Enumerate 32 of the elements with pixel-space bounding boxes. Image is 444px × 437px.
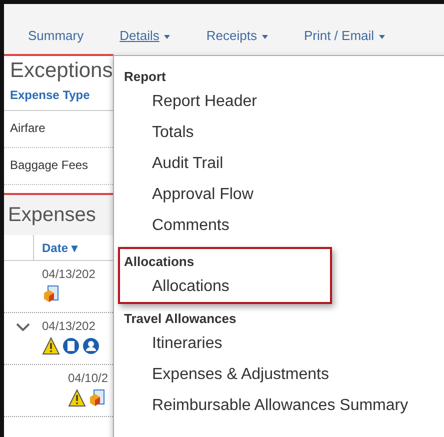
caret-icon <box>262 34 268 39</box>
nav-tab[interactable]: Receipts <box>206 26 286 46</box>
document-icon <box>62 337 80 355</box>
warning-icon <box>68 389 86 407</box>
menu-item[interactable]: Reimbursable Allowances Summary <box>152 390 408 421</box>
menu-item[interactable]: Comments <box>152 210 230 241</box>
nav-tab[interactable]: Details <box>120 26 188 46</box>
date-text: 04/10/2 <box>68 371 108 385</box>
menu-item[interactable]: Allocations <box>152 271 230 302</box>
section-title: Expenses <box>8 203 97 227</box>
column-header[interactable]: Date ▾ <box>34 238 78 256</box>
section-title: Exceptions <box>9 58 113 84</box>
person-icon <box>82 337 100 355</box>
menu-item[interactable]: Approval Flow <box>152 179 254 210</box>
warning-icon <box>42 337 60 355</box>
nav-tab[interactable]: Print / Email <box>304 26 404 46</box>
date-text: 04/13/202 <box>42 319 96 333</box>
receipt-icon <box>88 389 106 407</box>
menu-item[interactable]: Itineraries <box>152 328 222 359</box>
menu-item[interactable]: Audit Trail <box>152 148 224 179</box>
receipt-icon <box>42 285 60 303</box>
menu-item[interactable]: Report Header <box>152 86 257 117</box>
caret-icon <box>379 34 386 39</box>
menu-heading: Report <box>124 68 166 86</box>
nav-tab[interactable]: Summary <box>28 26 102 46</box>
menu-item[interactable]: Totals <box>152 117 194 148</box>
menu-item[interactable]: Expenses & Adjustments <box>152 359 329 390</box>
caret-icon <box>164 34 170 39</box>
date-text: 04/13/202 <box>42 267 96 281</box>
menu-heading: Travel Allowances <box>124 310 236 328</box>
menu-heading: Allocations <box>124 253 194 271</box>
chevron-icon[interactable] <box>16 323 30 331</box>
